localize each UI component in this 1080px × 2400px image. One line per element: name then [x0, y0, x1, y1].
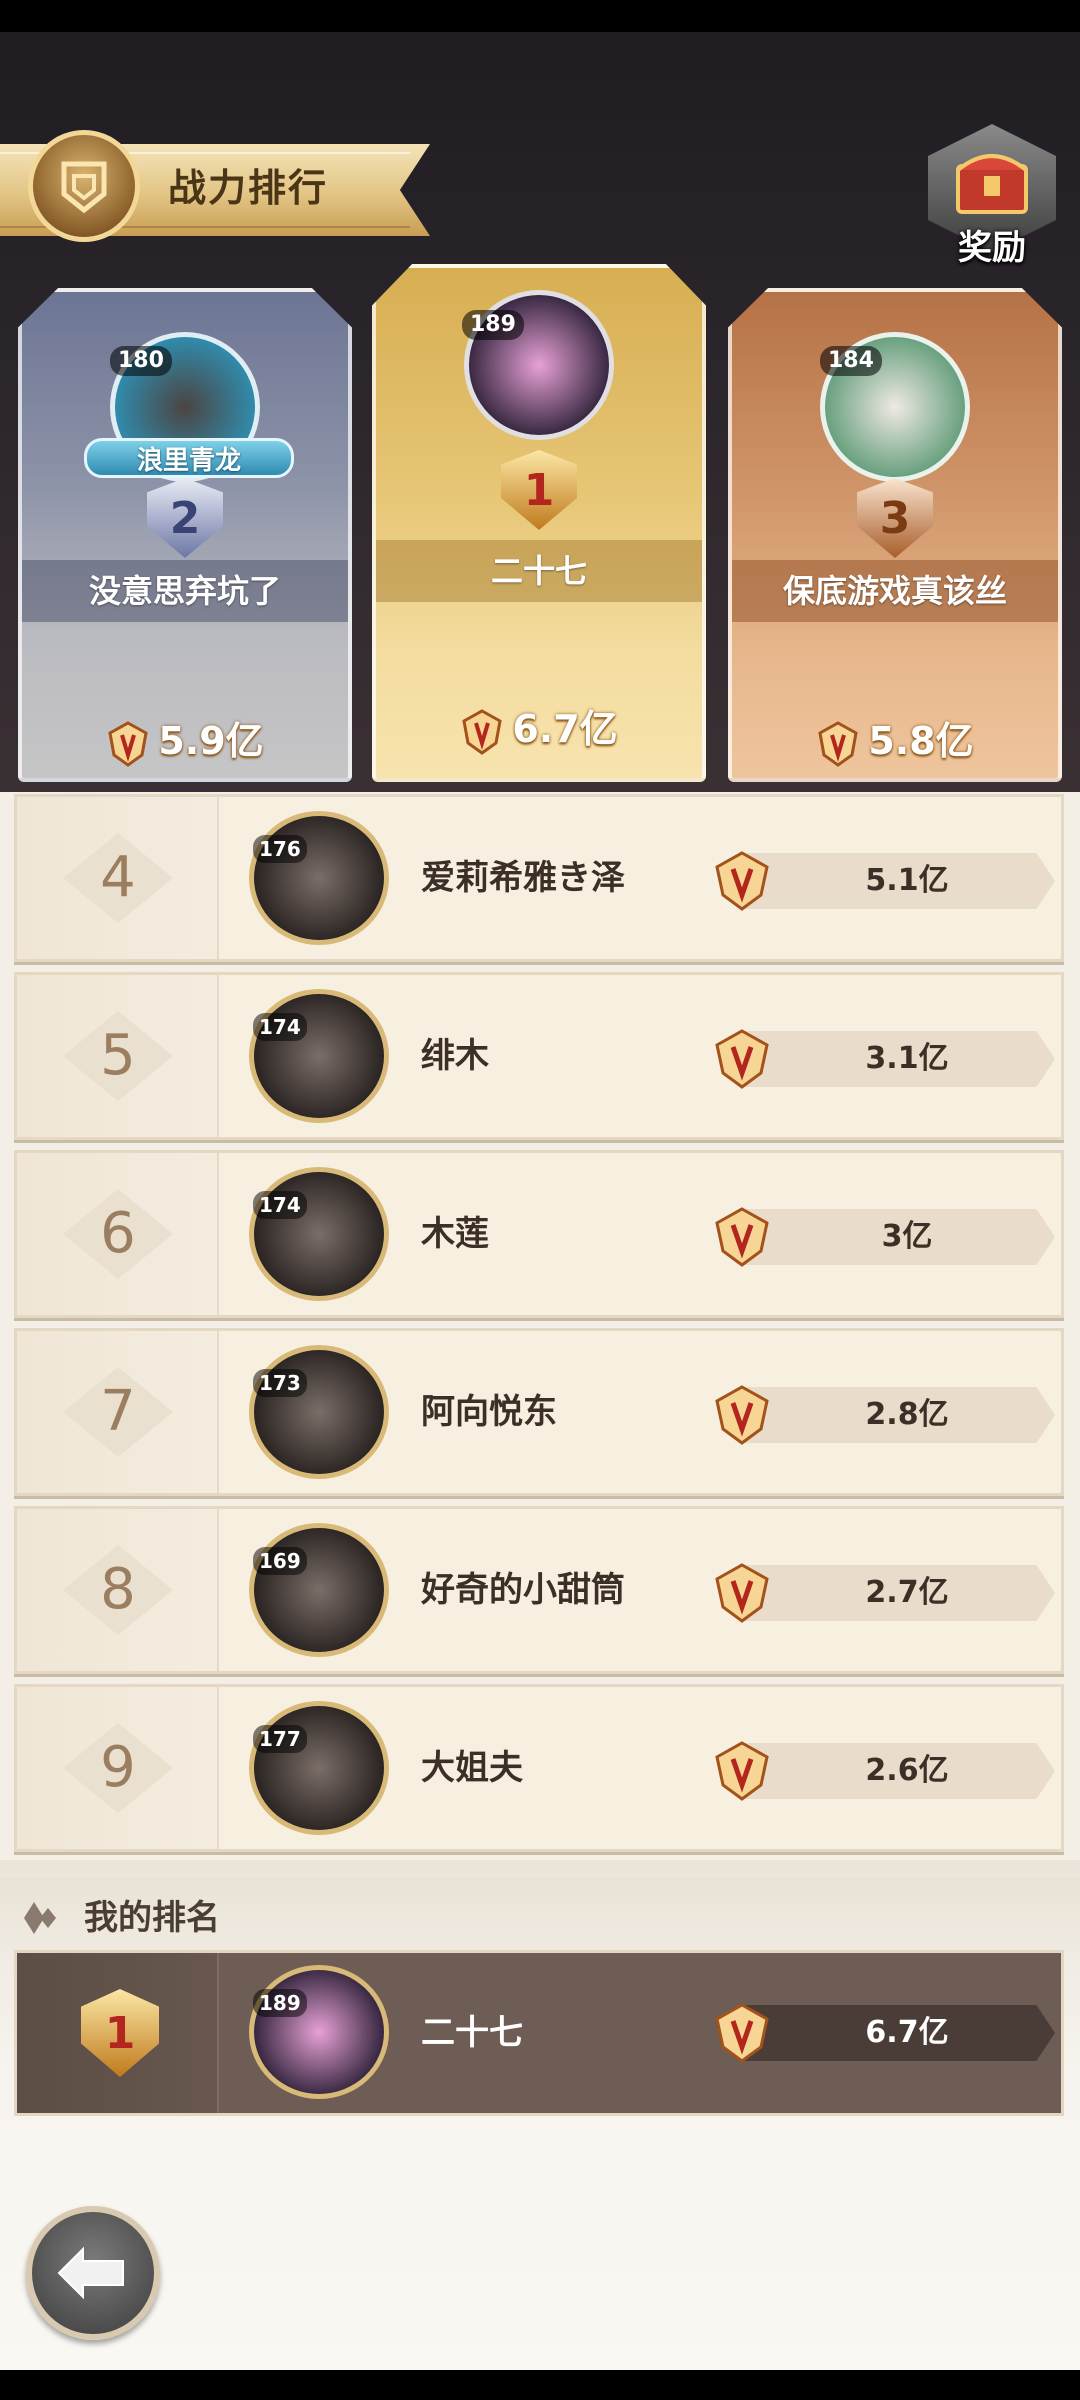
avatar[interactable]	[249, 1345, 389, 1479]
title-badge: 浪里青龙	[84, 438, 294, 478]
power-value: 2.7亿	[865, 1575, 949, 1610]
treasure-chest-icon	[956, 154, 1028, 214]
power-value: 5.9亿	[158, 719, 264, 763]
level-tag: 184	[820, 346, 882, 376]
power-value: 3亿	[881, 1219, 933, 1254]
player-name: 二十七	[421, 2013, 523, 2053]
power-crest-icon	[108, 720, 148, 767]
power-value: 6.7亿	[512, 707, 618, 751]
avatar[interactable]	[249, 1523, 389, 1657]
ranking-row[interactable]: 5 174 绯木 3.1亿	[14, 972, 1064, 1140]
level-tag: 176	[253, 835, 307, 863]
rank-number: 8	[100, 1557, 136, 1622]
avatar[interactable]	[249, 989, 389, 1123]
rank-cell: 8	[17, 1509, 219, 1671]
rank-cell: 9	[17, 1687, 219, 1849]
rank-cell: 5	[17, 975, 219, 1137]
rank-badge: 1	[501, 450, 577, 530]
level-tag: 173	[253, 1369, 307, 1397]
rank-cell: 7	[17, 1331, 219, 1493]
ranking-row[interactable]: 6 174 木莲 3亿	[14, 1150, 1064, 1318]
level-tag: 174	[253, 1191, 307, 1219]
page-title: 战力排行	[168, 166, 329, 210]
shield-emblem-icon	[28, 130, 140, 242]
podium-card-rank-2[interactable]: 180 浪里青龙 2 没意思弃坑了 5.9亿	[18, 288, 352, 782]
level-tag: 189	[462, 310, 524, 340]
power-value-row: 5.8亿	[732, 710, 1058, 767]
rank-badge: 3	[857, 478, 933, 558]
status-bar	[0, 0, 1080, 32]
avatar[interactable]	[249, 1167, 389, 1301]
player-name: 木莲	[421, 1214, 489, 1254]
back-arrow-icon	[57, 2246, 124, 2300]
rank-cell: 1	[17, 1953, 219, 2113]
ranking-row[interactable]: 9 177 大姐夫 2.6亿	[14, 1684, 1064, 1852]
reward-label: 奖励	[958, 228, 1026, 268]
player-name: 保底游戏真该丝	[732, 560, 1058, 622]
player-name: 没意思弃坑了	[22, 560, 348, 622]
power-value-row: 6.7亿	[376, 698, 702, 755]
power-value: 2.8亿	[865, 1397, 949, 1432]
diamond-marker-icon	[24, 1902, 56, 1934]
rank-number: 5	[100, 1023, 136, 1088]
power-value: 3.1亿	[865, 1041, 949, 1076]
level-tag: 177	[253, 1725, 307, 1753]
podium-card-rank-1[interactable]: 189 1 二十七 6.7亿	[372, 264, 706, 782]
power-value: 2.6亿	[865, 1753, 949, 1788]
power-value: 5.8亿	[868, 719, 974, 763]
avatar[interactable]	[249, 1965, 389, 2099]
rank-badge: 1	[81, 1989, 159, 2077]
player-name: 阿向悦东	[421, 1392, 557, 1432]
rank-number: 7	[100, 1379, 136, 1444]
level-tag: 169	[253, 1547, 307, 1575]
avatar[interactable]	[249, 1701, 389, 1835]
player-name: 爱莉希雅き泽	[421, 858, 625, 898]
level-tag: 174	[253, 1013, 307, 1041]
system-nav-bar	[0, 2370, 1080, 2400]
my-rank-row[interactable]: 1 189 二十七 6.7亿	[14, 1950, 1064, 2116]
power-value: 5.1亿	[865, 863, 949, 898]
rank-badge: 2	[147, 478, 223, 558]
my-rank-header: 我的排名	[0, 1878, 1080, 1958]
ranking-row[interactable]: 7 173 阿向悦东 2.8亿	[14, 1328, 1064, 1496]
power-crest-icon	[818, 720, 858, 767]
my-rank-title: 我的排名	[84, 1898, 220, 1938]
rank-number: 4	[100, 845, 136, 910]
power-value: 6.7亿	[865, 2015, 949, 2050]
power-crest-icon	[462, 708, 502, 755]
ranking-row[interactable]: 4 176 爱莉希雅き泽 5.1亿	[14, 794, 1064, 962]
level-tag: 180	[110, 346, 172, 376]
player-name: 大姐夫	[421, 1748, 523, 1788]
ranking-row[interactable]: 8 169 好奇的小甜筒 2.7亿	[14, 1506, 1064, 1674]
back-button[interactable]	[26, 2206, 160, 2340]
rank-cell: 6	[17, 1153, 219, 1315]
level-tag: 189	[253, 1989, 307, 2017]
rank-number: 9	[100, 1735, 136, 1800]
rank-number: 6	[100, 1201, 136, 1266]
player-name: 好奇的小甜筒	[421, 1570, 625, 1610]
player-name: 绯木	[421, 1036, 489, 1076]
reward-button[interactable]: 奖励	[928, 124, 1056, 268]
rank-cell: 4	[17, 797, 219, 959]
avatar[interactable]	[249, 811, 389, 945]
player-name: 二十七	[376, 540, 702, 602]
power-value-row: 5.9亿	[22, 710, 348, 767]
podium-card-rank-3[interactable]: 184 3 保底游戏真该丝 5.8亿	[728, 288, 1062, 782]
